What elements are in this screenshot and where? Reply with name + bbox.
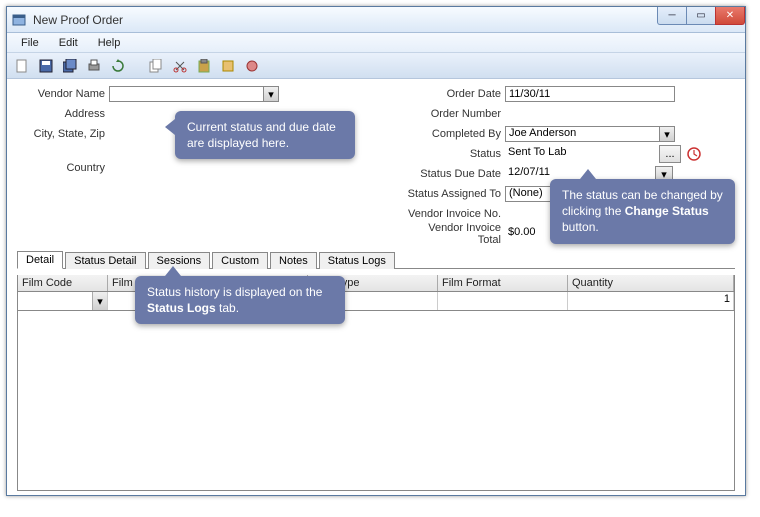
save-all-icon[interactable] <box>61 57 79 75</box>
tab-status-detail[interactable]: Status Detail <box>65 252 145 269</box>
maximize-button[interactable]: ▭ <box>686 7 716 25</box>
col-quantity[interactable]: Quantity <box>568 275 734 291</box>
country-label: Country <box>17 162 109 174</box>
toolbar <box>7 53 745 79</box>
completed-by-combo[interactable]: Joe Anderson ▾ <box>505 126 675 142</box>
city-state-zip-label: City, State, Zip <box>17 128 109 140</box>
vendor-name-label: Vendor Name <box>17 88 109 100</box>
tab-notes[interactable]: Notes <box>270 252 317 269</box>
app-window: New Proof Order ─ ▭ ✕ File Edit Help Ven… <box>6 6 746 496</box>
window-title: New Proof Order <box>33 13 741 27</box>
detail-grid: Film Code Film Description Film Type Fil… <box>17 275 735 311</box>
tabstrip: Detail Status Detail Sessions Custom Not… <box>17 249 735 269</box>
order-date-label: Order Date <box>405 88 505 100</box>
paste-icon[interactable] <box>195 57 213 75</box>
grid-row: ▾ 1 <box>18 292 734 310</box>
cut-icon[interactable] <box>171 57 189 75</box>
app-icon <box>11 12 27 28</box>
titlebar: New Proof Order ─ ▭ ✕ <box>7 7 745 33</box>
vendor-inv-no-label: Vendor Invoice No. <box>405 208 505 220</box>
menubar: File Edit Help <box>7 33 745 53</box>
form-left-column: Vendor Name ▾ Address City, State, Zip C… <box>17 85 317 243</box>
grid-empty-area <box>17 311 735 491</box>
vendor-inv-total-label: Vendor Invoice Total <box>405 222 505 246</box>
minimize-button[interactable]: ─ <box>657 7 687 25</box>
tab-detail[interactable]: Detail <box>17 251 63 269</box>
content-area: Vendor Name ▾ Address City, State, Zip C… <box>7 79 745 495</box>
cell-film-code[interactable]: ▾ <box>18 292 108 310</box>
grid-header: Film Code Film Description Film Type Fil… <box>18 275 734 292</box>
refresh-icon[interactable] <box>109 57 127 75</box>
order-date-field[interactable] <box>505 86 675 102</box>
status-value: Sent To Lab <box>505 146 655 162</box>
close-button[interactable]: ✕ <box>715 7 745 25</box>
status-assigned-value: (None) <box>509 187 543 199</box>
status-due-label: Status Due Date <box>405 168 505 180</box>
completed-by-label: Completed By <box>405 128 505 140</box>
menu-file[interactable]: File <box>13 35 47 51</box>
change-status-button[interactable]: ... <box>659 145 681 163</box>
menu-help[interactable]: Help <box>90 35 129 51</box>
chevron-down-icon: ▾ <box>92 292 107 310</box>
cell-film-format[interactable] <box>438 292 568 310</box>
window-controls: ─ ▭ ✕ <box>658 7 745 25</box>
tab-custom[interactable]: Custom <box>212 252 268 269</box>
new-icon[interactable] <box>13 57 31 75</box>
col-film-code[interactable]: Film Code <box>18 275 108 291</box>
status-assigned-label: Status Assigned To <box>405 188 505 200</box>
tool-icon-1[interactable] <box>219 57 237 75</box>
order-number-label: Order Number <box>405 108 505 120</box>
clock-icon[interactable] <box>685 145 703 163</box>
completed-by-value: Joe Anderson <box>509 127 576 139</box>
col-film-format[interactable]: Film Format <box>438 275 568 291</box>
chevron-down-icon: ▾ <box>263 87 278 101</box>
country-field <box>109 160 279 176</box>
vendor-name-combo[interactable]: ▾ <box>109 86 279 102</box>
print-icon[interactable] <box>85 57 103 75</box>
tab-status-logs[interactable]: Status Logs <box>319 252 395 269</box>
tool-icon-2[interactable] <box>243 57 261 75</box>
status-label: Status <box>405 148 505 160</box>
chevron-down-icon: ▾ <box>659 127 674 141</box>
save-icon[interactable] <box>37 57 55 75</box>
cell-quantity[interactable]: 1 <box>568 292 734 310</box>
callout-status-logs: Status history is displayed on the Statu… <box>135 276 345 324</box>
order-number-field <box>505 106 675 122</box>
copy-icon[interactable] <box>147 57 165 75</box>
menu-edit[interactable]: Edit <box>51 35 86 51</box>
callout-status-display: Current status and due date are displaye… <box>175 111 355 159</box>
address-label: Address <box>17 108 109 120</box>
callout-change-status: The status can be changed by clicking th… <box>550 179 735 244</box>
